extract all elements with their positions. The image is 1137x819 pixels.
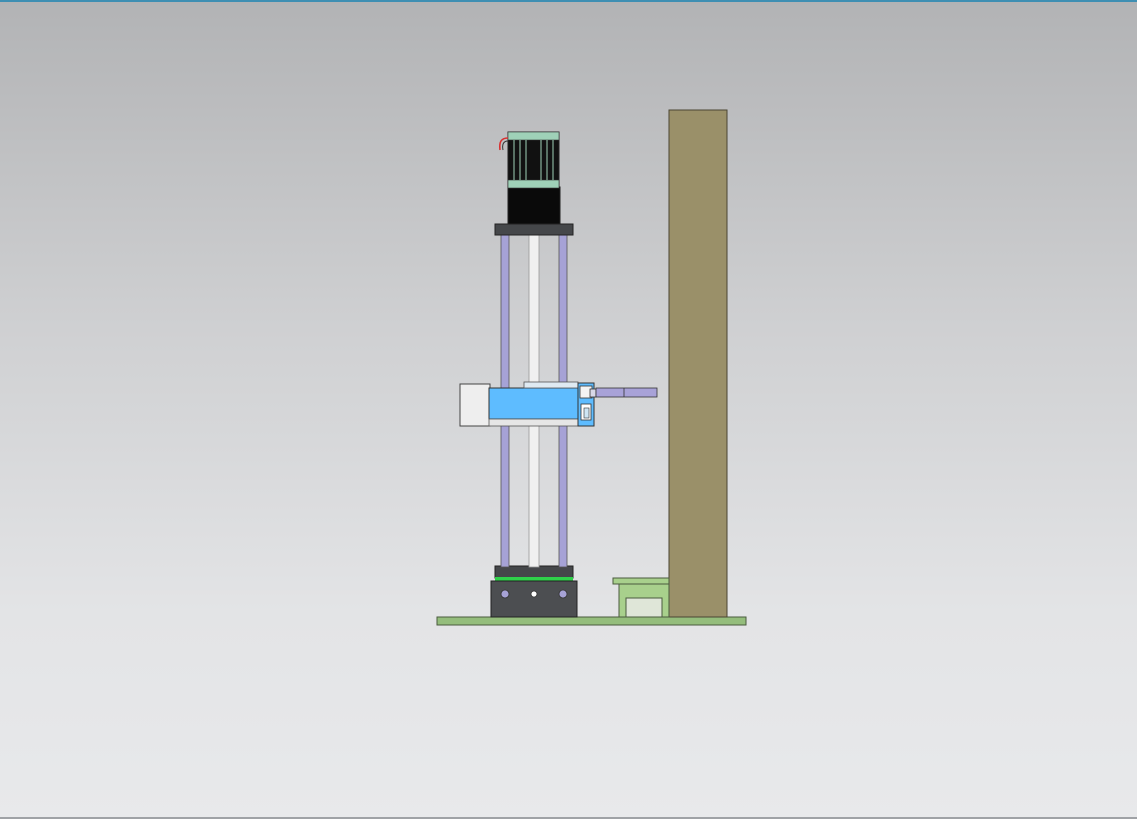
bottom-mount-block[interactable] xyxy=(490,565,578,618)
base-plate[interactable] xyxy=(436,616,747,626)
wall-post[interactable] xyxy=(668,109,728,618)
mount-bolt-left xyxy=(500,589,510,599)
motor-wire-2 xyxy=(502,140,509,151)
probe-arm[interactable] xyxy=(589,387,658,398)
cad-model-scene[interactable] xyxy=(0,0,1137,819)
carriage[interactable] xyxy=(459,381,595,427)
cad-viewport[interactable] xyxy=(0,0,1137,819)
side-bracket[interactable] xyxy=(612,577,670,618)
top-end-plate[interactable] xyxy=(494,223,574,236)
mount-bolt-right xyxy=(558,589,568,599)
mount-bolt-center xyxy=(530,590,538,598)
motor-wire xyxy=(498,137,509,151)
stepper-motor[interactable] xyxy=(507,131,561,225)
